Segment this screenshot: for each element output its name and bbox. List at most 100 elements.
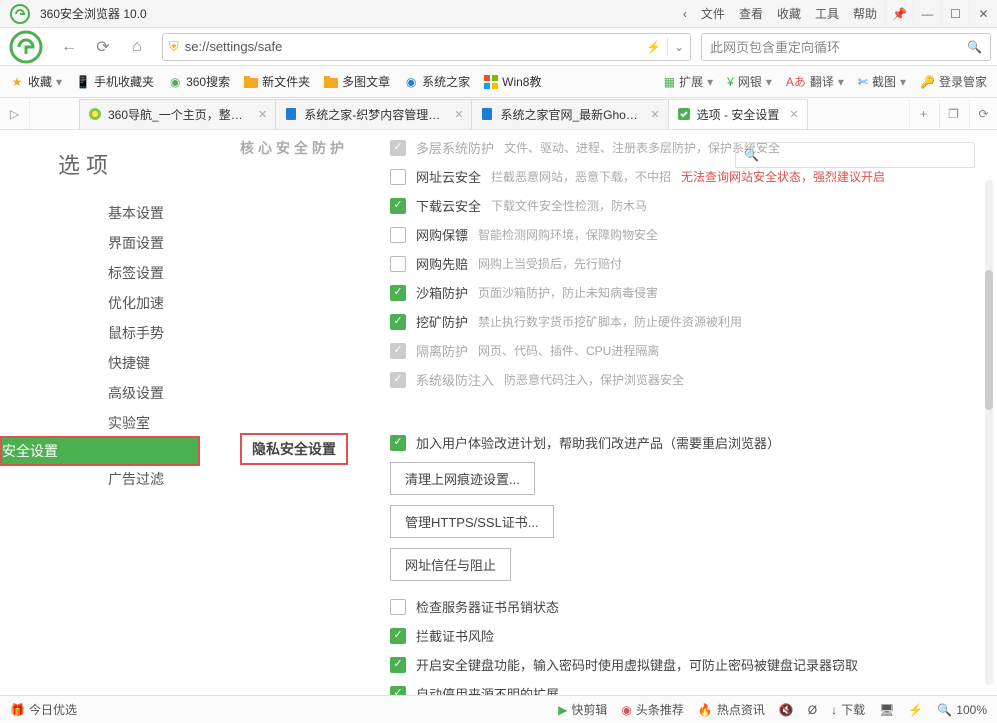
chevron-left-icon[interactable]: ‹	[683, 7, 687, 21]
address-bar[interactable]: ⛨ se://settings/safe ⚡ ⌄	[162, 33, 691, 61]
menu-bar: ‹ 文件 查看 收藏 工具 帮助	[683, 5, 877, 22]
nav-lab[interactable]: 实验室	[0, 408, 200, 438]
chk-sandbox[interactable]	[390, 285, 406, 301]
status-mute[interactable]: 🔇	[779, 703, 794, 717]
menu-tools[interactable]: 工具	[815, 5, 839, 22]
maximize-icon[interactable]: ☐	[941, 0, 969, 28]
tool-bank[interactable]: ¥网银▾	[727, 73, 772, 90]
tab-close-icon[interactable]: ✕	[650, 108, 659, 121]
tab-0[interactable]: 360导航_一个主页，整个世… ✕	[79, 99, 276, 129]
content-scrollbar[interactable]	[985, 180, 993, 685]
scrollbar-thumb[interactable]	[985, 270, 993, 410]
status-today[interactable]: 🎁今日优选	[10, 701, 77, 718]
yen-icon: ¥	[727, 75, 734, 89]
chk-mining[interactable]	[390, 314, 406, 330]
nav-adblock[interactable]: 广告过滤	[0, 464, 200, 494]
menu-file[interactable]: 文件	[701, 5, 725, 22]
nav-ui[interactable]: 界面设置	[0, 228, 200, 258]
folder-icon	[244, 75, 258, 89]
chk-disable-ext[interactable]	[390, 686, 406, 696]
chk-download-cloud[interactable]	[390, 198, 406, 214]
status-block[interactable]: Ø	[808, 703, 817, 717]
bm-mobile[interactable]: 📱手机收藏夹	[76, 73, 154, 90]
nav-security[interactable]: 安全设置	[0, 436, 200, 466]
nav-basic[interactable]: 基本设置	[0, 198, 200, 228]
nav-mouse[interactable]: 鼠标手势	[0, 318, 200, 348]
bm-multipic[interactable]: 多图文章	[324, 73, 390, 90]
bm-360search[interactable]: ◉360搜索	[168, 73, 230, 90]
minimize-icon[interactable]: —	[913, 0, 941, 28]
nav-advanced[interactable]: 高级设置	[0, 378, 200, 408]
scissors-icon: ✄	[858, 75, 868, 89]
star-icon: ★	[10, 75, 24, 89]
chk-cert-risk[interactable]	[390, 628, 406, 644]
chk-shopping-comp[interactable]	[390, 256, 406, 272]
status-download[interactable]: ↓下载	[831, 701, 865, 718]
favorites-button[interactable]: ★收藏▾	[10, 73, 62, 90]
tool-extensions[interactable]: ▦扩展▾	[664, 73, 713, 90]
tab-close-icon[interactable]: ✕	[454, 108, 463, 121]
menu-help[interactable]: 帮助	[853, 5, 877, 22]
search-icon: 🔍	[744, 148, 759, 162]
new-tab-button[interactable]: +	[909, 100, 937, 128]
status-play[interactable]: ▶快剪辑	[558, 701, 607, 718]
chk-url-cloud[interactable]	[390, 169, 406, 185]
tab-1[interactable]: 系统之家-织梦内容管理系统… ✕	[275, 99, 472, 129]
fire-icon: 🔥	[698, 703, 713, 717]
status-pc[interactable]: 🖥	[879, 703, 894, 717]
chevron-down-icon[interactable]: ⌄	[674, 40, 684, 54]
tab-close-icon[interactable]: ✕	[789, 108, 798, 121]
bm-xtzj[interactable]: ◉系统之家	[404, 73, 470, 90]
close-icon[interactable]: ✕	[969, 0, 997, 28]
status-headline[interactable]: ◉头条推荐	[621, 701, 684, 718]
nav-tabs[interactable]: 标签设置	[0, 258, 200, 288]
btn-clear-traces[interactable]: 清理上网痕迹设置...	[390, 462, 535, 495]
tool-translate[interactable]: Aあ翻译▾	[786, 73, 844, 90]
refresh-all-button[interactable]: ⟳	[969, 100, 997, 128]
pin-icon[interactable]: 📌	[885, 0, 913, 28]
status-bar: 🎁今日优选 ▶快剪辑 ◉头条推荐 🔥热点资讯 🔇 Ø ↓下载 🖥 ⚡ 🔍100%	[0, 695, 997, 723]
settings-page: 选项 基本设置 界面设置 标签设置 优化加速 鼠标手势 快捷键 高级设置 实验室…	[0, 130, 997, 695]
back-button[interactable]: ←	[54, 32, 84, 62]
chk-safe-keyboard[interactable]	[390, 657, 406, 673]
url-text: se://settings/safe	[185, 39, 640, 54]
tab-favicon-icon	[88, 107, 102, 121]
tool-keys[interactable]: 🔑登录管家	[920, 73, 987, 90]
section-core-title: 核心安全防护	[240, 140, 348, 156]
status-zoom[interactable]: 🔍100%	[937, 703, 987, 717]
speed-icon[interactable]: ⚡	[646, 40, 661, 54]
btn-manage-ssl[interactable]: 管理HTTPS/SSL证书...	[390, 505, 554, 538]
download-icon: ↓	[831, 703, 837, 717]
settings-search-input[interactable]: 🔍	[735, 142, 975, 168]
chk-revoke[interactable]	[390, 599, 406, 615]
bm-newfolder[interactable]: 新文件夹	[244, 73, 310, 90]
chk-shopping-guard[interactable]	[390, 227, 406, 243]
btn-trust-block[interactable]: 网址信任与阻止	[390, 548, 511, 581]
side-panel-toggle[interactable]: ▷	[0, 99, 30, 129]
tool-snip[interactable]: ✄截图▾	[858, 73, 906, 90]
tab-2[interactable]: 系统之家官网_最新Ghost X… ✕	[471, 99, 668, 129]
menu-fav[interactable]: 收藏	[777, 5, 801, 22]
nav-shortcut[interactable]: 快捷键	[0, 348, 200, 378]
key-icon: 🔑	[920, 75, 935, 89]
menu-view[interactable]: 查看	[739, 5, 763, 22]
search-icon[interactable]: 🔍	[967, 40, 982, 54]
rocket-icon: ⚡	[908, 703, 923, 717]
tab-favicon-icon	[677, 107, 691, 121]
globe-icon: ◉	[404, 75, 418, 89]
status-speed[interactable]: ⚡	[908, 703, 923, 717]
nav-speed[interactable]: 优化加速	[0, 288, 200, 318]
chk-uex[interactable]	[390, 435, 406, 451]
phone-icon: 📱	[76, 75, 90, 89]
play-icon: ▶	[558, 703, 567, 717]
tab-close-icon[interactable]: ✕	[258, 108, 267, 121]
globe-icon: ◉	[168, 75, 182, 89]
page-search-input[interactable]: 此网页包含重定向循环 🔍	[701, 33, 991, 61]
tab-favicon-icon	[284, 107, 298, 121]
restore-tab-button[interactable]: ❐	[939, 100, 967, 128]
status-hot[interactable]: 🔥热点资讯	[698, 701, 765, 718]
reload-button[interactable]: ⟳	[88, 32, 118, 62]
tab-3[interactable]: 选项 - 安全设置 ✕	[668, 99, 808, 129]
home-button[interactable]: ⌂	[122, 32, 152, 62]
bm-win8[interactable]: Win8教	[484, 73, 541, 90]
